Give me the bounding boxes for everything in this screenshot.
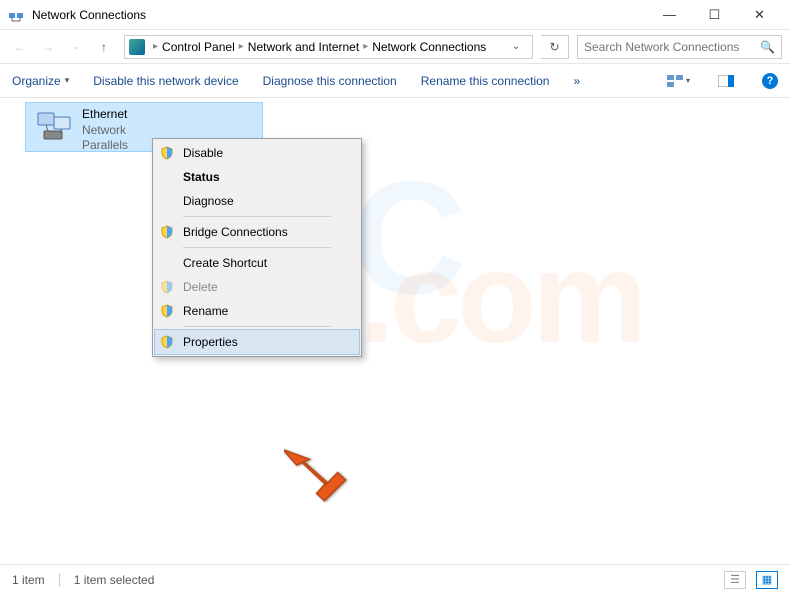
ctx-label: Properties — [183, 335, 355, 349]
ctx-bridge[interactable]: Bridge Connections — [155, 220, 359, 244]
disable-device-button[interactable]: Disable this network device — [93, 74, 238, 88]
crumb-network-internet[interactable]: Network and Internet — [248, 40, 359, 54]
separator — [59, 573, 60, 587]
ctx-label: Status — [183, 170, 355, 184]
ctx-diagnose[interactable]: Diagnose — [155, 189, 359, 213]
adapter-device: Parallels — [82, 138, 128, 154]
item-count: 1 item — [12, 573, 45, 587]
crumb-network-connections[interactable]: Network Connections — [372, 40, 486, 54]
search-box[interactable]: 🔍 — [577, 35, 782, 59]
separator — [183, 216, 331, 217]
overflow-button[interactable]: » — [573, 74, 580, 88]
forward-button[interactable]: → — [36, 35, 60, 59]
preview-pane-button[interactable] — [714, 69, 738, 93]
address-dropdown[interactable]: ⌄ — [504, 35, 528, 59]
breadcrumb[interactable]: ▸ Control Panel ▸ Network and Internet ▸… — [124, 35, 533, 59]
context-menu: Disable Status Diagnose Bridge Connectio… — [152, 138, 362, 357]
window-controls: — ☐ ✕ — [647, 0, 782, 29]
close-button[interactable]: ✕ — [737, 0, 782, 29]
details-view-button[interactable]: ☰ — [724, 571, 746, 589]
content-area: Ethernet Network Parallels Disable Statu… — [0, 98, 790, 564]
title-bar: Network Connections — ☐ ✕ — [0, 0, 790, 30]
ctx-label: Create Shortcut — [183, 256, 355, 270]
back-button[interactable]: ← — [8, 35, 32, 59]
crumb-control-panel[interactable]: Control Panel — [162, 40, 235, 54]
status-bar: 1 item 1 item selected ☰ ▦ — [0, 564, 790, 594]
crumb-sep-icon: ▸ — [363, 41, 368, 52]
ctx-disable[interactable]: Disable — [155, 141, 359, 165]
maximize-button[interactable]: ☐ — [692, 0, 737, 29]
crumb-sep-icon: ▸ — [153, 41, 158, 52]
ctx-delete: Delete — [155, 275, 359, 299]
rename-button[interactable]: Rename this connection — [421, 74, 550, 88]
tiles-view-button[interactable]: ▦ — [756, 571, 778, 589]
ctx-label: Delete — [183, 280, 355, 294]
shield-icon — [159, 334, 175, 350]
diagnose-button[interactable]: Diagnose this connection — [263, 74, 397, 88]
shield-icon — [159, 303, 175, 319]
ctx-status[interactable]: Status — [155, 165, 359, 189]
selected-count: 1 item selected — [74, 573, 155, 587]
ctx-label: Diagnose — [183, 194, 355, 208]
search-icon[interactable]: 🔍 — [760, 40, 775, 54]
window-title: Network Connections — [32, 8, 647, 22]
command-bar: Organize▾ Disable this network device Di… — [0, 64, 790, 98]
window-icon — [8, 7, 24, 23]
ctx-rename[interactable]: Rename — [155, 299, 359, 323]
adapter-name: Ethernet — [82, 107, 128, 123]
shield-icon — [159, 224, 175, 240]
ctx-label: Rename — [183, 304, 355, 318]
organize-menu[interactable]: Organize▾ — [12, 74, 69, 88]
search-input[interactable] — [584, 40, 760, 54]
adapter-text: Ethernet Network Parallels — [82, 107, 128, 147]
ctx-label: Bridge Connections — [183, 225, 355, 239]
address-bar-row: ← → ⌄ ↑ ▸ Control Panel ▸ Network and In… — [0, 30, 790, 64]
ethernet-icon — [34, 107, 74, 147]
shield-icon — [159, 145, 175, 161]
shield-icon — [159, 279, 175, 295]
location-icon — [129, 39, 145, 55]
separator — [183, 247, 331, 248]
refresh-button[interactable]: ↻ — [541, 35, 569, 59]
recent-dropdown[interactable]: ⌄ — [64, 35, 88, 59]
ctx-shortcut[interactable]: Create Shortcut — [155, 251, 359, 275]
up-button[interactable]: ↑ — [92, 35, 116, 59]
adapter-status: Network — [82, 123, 128, 139]
pointer-arrow-annotation — [284, 428, 354, 511]
crumb-sep-icon: ▸ — [239, 41, 244, 52]
view-options-button[interactable]: ▾ — [666, 69, 690, 93]
separator — [183, 326, 331, 327]
ctx-properties[interactable]: Properties — [154, 329, 360, 355]
minimize-button[interactable]: — — [647, 0, 692, 29]
ctx-label: Disable — [183, 146, 355, 160]
help-button[interactable]: ? — [762, 73, 778, 89]
